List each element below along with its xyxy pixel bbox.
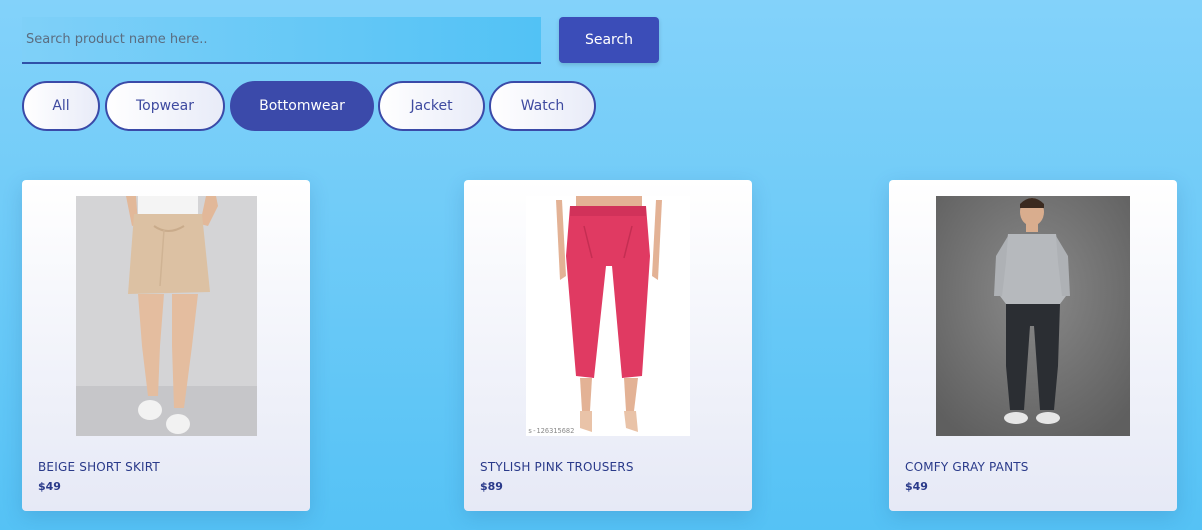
product-name[interactable]: STYLISH PINK TROUSERS [480, 460, 634, 474]
filter-topwear-button[interactable]: Topwear [105, 81, 225, 131]
filter-all-button[interactable]: All [22, 81, 100, 131]
filter-jacket-button[interactable]: Jacket [378, 81, 485, 131]
filter-watch-button[interactable]: Watch [489, 81, 596, 131]
product-price: $89 [480, 480, 503, 493]
product-price: $49 [38, 480, 61, 493]
image-watermark: s-126315682 [528, 427, 575, 435]
search-input[interactable] [22, 17, 541, 64]
product-card[interactable]: BEIGE SHORT SKIRT $49 [22, 180, 310, 511]
search-button[interactable]: Search [559, 17, 659, 63]
product-card[interactable]: s-126315682 STYLISH PINK TROUSERS $89 [464, 180, 752, 511]
filter-bottomwear-button[interactable]: Bottomwear [230, 81, 374, 131]
product-name[interactable]: BEIGE SHORT SKIRT [38, 460, 160, 474]
search-bar: Search [22, 17, 702, 65]
product-card[interactable]: COMFY GRAY PANTS $49 [889, 180, 1177, 511]
product-image [936, 196, 1130, 436]
product-image: s-126315682 [526, 196, 690, 436]
product-image [76, 196, 257, 436]
product-name[interactable]: COMFY GRAY PANTS [905, 460, 1029, 474]
product-price: $49 [905, 480, 928, 493]
